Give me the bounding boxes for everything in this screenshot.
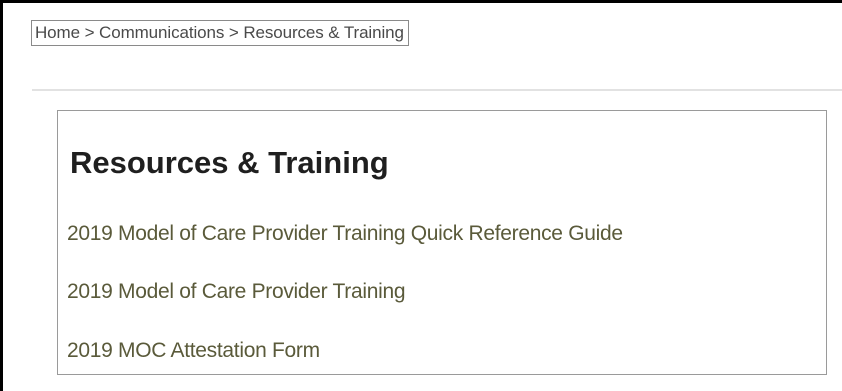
- page-title: Resources & Training: [70, 145, 389, 180]
- breadcrumb-separator: >: [84, 23, 95, 42]
- provider-training-link[interactable]: 2019 Model of Care Provider Training: [67, 278, 406, 306]
- resources-panel: Resources & Training 2019 Model of Care …: [57, 110, 827, 375]
- breadcrumb-current-page: Resources & Training: [243, 23, 404, 42]
- header-divider: [32, 89, 842, 91]
- breadcrumb-home-link[interactable]: Home: [35, 23, 80, 42]
- breadcrumb: Home > Communications > Resources & Trai…: [31, 20, 409, 46]
- attestation-form-link[interactable]: 2019 MOC Attestation Form: [67, 337, 320, 365]
- breadcrumb-separator: >: [228, 23, 239, 42]
- breadcrumb-communications-link[interactable]: Communications: [99, 23, 224, 42]
- quick-reference-guide-link[interactable]: 2019 Model of Care Provider Training Qui…: [67, 220, 623, 248]
